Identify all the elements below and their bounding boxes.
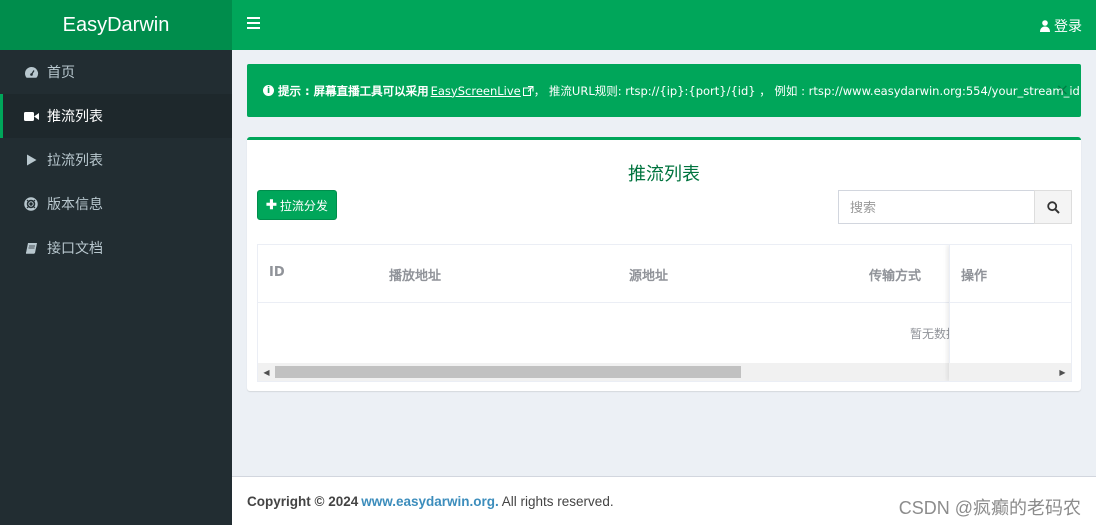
main-content: i 提示 : 屏幕直播工具可以采用 EasyScreenLive ， 推流URL…: [232, 50, 1096, 476]
add-pull-distribute-button[interactable]: ✚ 拉流分发: [257, 190, 337, 220]
rights-text: All rights reserved.: [501, 493, 614, 509]
sidebar-item-label: 首页: [47, 65, 75, 81]
horizontal-scrollbar-end[interactable]: ▶: [949, 363, 1071, 381]
easyscreenlive-link[interactable]: EasyScreenLive: [431, 84, 534, 98]
column-header-source-url[interactable]: 源地址: [629, 265, 668, 284]
book-icon: [23, 241, 39, 255]
plus-icon: ✚: [266, 197, 277, 212]
info-circle-icon: i: [263, 85, 274, 96]
fixed-actions-column: 操作: [949, 245, 1071, 381]
add-button-label: 拉流分发: [279, 198, 328, 213]
scrollbar-thumb[interactable]: [275, 366, 741, 378]
app-logo[interactable]: EasyDarwin: [0, 0, 232, 50]
scroll-right-arrow-icon[interactable]: ▶: [1054, 363, 1071, 381]
search-icon: [1046, 200, 1060, 214]
life-ring-icon: [23, 197, 39, 211]
top-navbar: 登录: [232, 0, 1096, 50]
copyright-text: Copyright © 2024: [247, 493, 359, 509]
stream-table: ID 播放地址 源地址 传输方式 暂无数据 ◀ 操作 ▶: [257, 244, 1072, 382]
sidebar-item-label: 接口文档: [47, 241, 103, 257]
hamburger-menu-icon[interactable]: [247, 17, 260, 30]
search-input[interactable]: [838, 190, 1034, 224]
login-label: 登录: [1054, 19, 1082, 35]
user-icon: [1040, 20, 1050, 32]
video-camera-icon: [23, 109, 39, 123]
alert-suffix: ， 推流URL规则: rtsp://{ip}:{port}/{id} ， 例如 …: [533, 83, 1080, 98]
play-icon: [23, 153, 39, 167]
column-header-actions[interactable]: 操作: [961, 265, 987, 284]
search-group: [838, 190, 1072, 224]
sidebar-menu: 首页 推流列表 拉流列表 版本信息 接口文档: [0, 50, 232, 270]
sidebar-item-label: 推流列表: [47, 109, 103, 125]
sidebar-item-home[interactable]: 首页: [0, 50, 232, 94]
scroll-left-arrow-icon[interactable]: ◀: [258, 363, 275, 381]
sidebar-item-label: 拉流列表: [47, 153, 103, 169]
search-button[interactable]: [1034, 190, 1072, 224]
info-alert: i 提示 : 屏幕直播工具可以采用 EasyScreenLive ， 推流URL…: [247, 64, 1081, 117]
push-list-panel: 推流列表 ✚ 拉流分发 ID 播放地址 源地址 传输方式 暂无数据 ◀: [247, 137, 1081, 391]
external-link-icon: [522, 85, 534, 96]
column-header-id[interactable]: ID: [269, 265, 285, 280]
panel-title: 推流列表: [628, 164, 700, 185]
sidebar-item-version-info[interactable]: 版本信息: [0, 182, 232, 226]
alert-prefix: 提示 : 屏幕直播工具可以采用: [278, 83, 429, 98]
column-header-transport[interactable]: 传输方式: [869, 265, 921, 284]
dashboard-icon: [23, 65, 39, 79]
csdn-watermark: CSDN @疯癫的老码农: [898, 498, 1081, 518]
sidebar-item-api-docs[interactable]: 接口文档: [0, 226, 232, 270]
sidebar-item-label: 版本信息: [47, 197, 103, 213]
column-header-play-url[interactable]: 播放地址: [389, 265, 441, 284]
horizontal-scrollbar[interactable]: ◀: [258, 363, 949, 381]
login-button[interactable]: 登录: [1040, 16, 1082, 36]
website-link[interactable]: www.easydarwin.org.: [361, 494, 499, 509]
alert-close-button[interactable]: ×: [1056, 80, 1069, 99]
sidebar: EasyDarwin 首页 推流列表 拉流列表 版本信息 接口文档: [0, 0, 232, 525]
sidebar-item-pull-list[interactable]: 拉流列表: [0, 138, 232, 182]
sidebar-item-push-list[interactable]: 推流列表: [0, 94, 232, 138]
